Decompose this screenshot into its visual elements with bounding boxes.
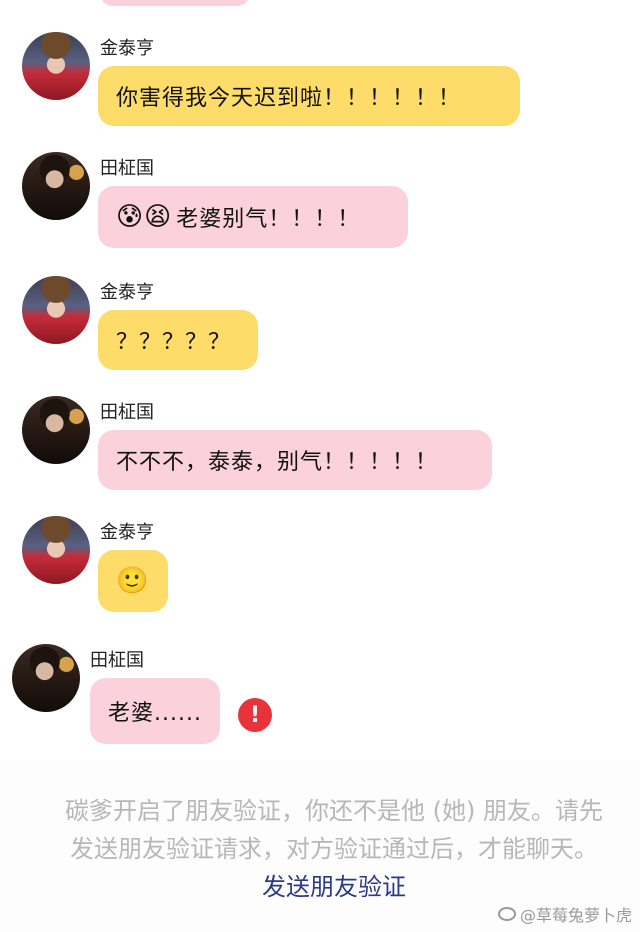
message-bubble[interactable]: 🙂 [98, 550, 168, 612]
message-bubble[interactable]: ？？？？？ [98, 310, 258, 370]
sender-name: 金泰亨 [100, 522, 154, 543]
message-bubble[interactable]: 老婆...... [90, 678, 220, 744]
sender-name: 金泰亨 [100, 38, 154, 59]
send-friend-verification-link[interactable]: 发送朋友验证 [262, 873, 406, 901]
message-text: 老婆...... [108, 701, 202, 726]
avatar-kim-taehyung[interactable] [22, 32, 90, 100]
message-bubble[interactable]: 不不不，泰泰，别气！！！！！ [98, 430, 492, 490]
message-text: 你害得我今天迟到啦！！！！！！ [116, 86, 462, 111]
send-failed-icon[interactable]: ! [238, 698, 272, 732]
sender-name: 田柾国 [100, 402, 154, 423]
sender-name: 田柾国 [90, 650, 144, 671]
watermark-text: @草莓兔萝卜虎 [519, 906, 632, 925]
avatar-kim-taehyung[interactable] [22, 276, 90, 344]
message-bubble[interactable]: 😰😫 老婆别气！！！！ [98, 186, 408, 248]
weibo-icon [497, 907, 516, 921]
avatar-jeon-jungkook[interactable] [12, 644, 80, 712]
message-text: ？？？？？ [116, 330, 232, 355]
avatar-jeon-jungkook[interactable] [22, 152, 90, 220]
sender-name: 田柾国 [100, 158, 154, 179]
notice-text: 碳爹开启了朋友验证，你还不是他 (她) 朋友。请先发送朋友验证请求，对方验证通过… [65, 797, 603, 863]
previous-message-bubble [100, 0, 250, 6]
avatar-kim-taehyung[interactable] [22, 516, 90, 584]
chat-area: 金泰亨 你害得我今天迟到啦！！！！！！ 田柾国 😰😫 老婆别气！！！！ 金泰亨 … [0, 0, 640, 760]
message-text: 老婆别气！！！！ [176, 207, 361, 232]
emoji-anxious-tired-icon: 😰😫 [116, 202, 173, 232]
friend-verification-notice: 碳爹开启了朋友验证，你还不是他 (她) 朋友。请先发送朋友验证请求，对方验证通过… [64, 792, 604, 906]
sender-name: 金泰亨 [100, 282, 154, 303]
message-bubble[interactable]: 你害得我今天迟到啦！！！！！！ [98, 66, 520, 126]
watermark: @草莓兔萝卜虎 [497, 902, 632, 926]
emoji-smile-icon: 🙂 [116, 566, 150, 596]
avatar-jeon-jungkook[interactable] [22, 396, 90, 464]
message-text: 不不不，泰泰，别气！！！！！ [116, 450, 439, 475]
